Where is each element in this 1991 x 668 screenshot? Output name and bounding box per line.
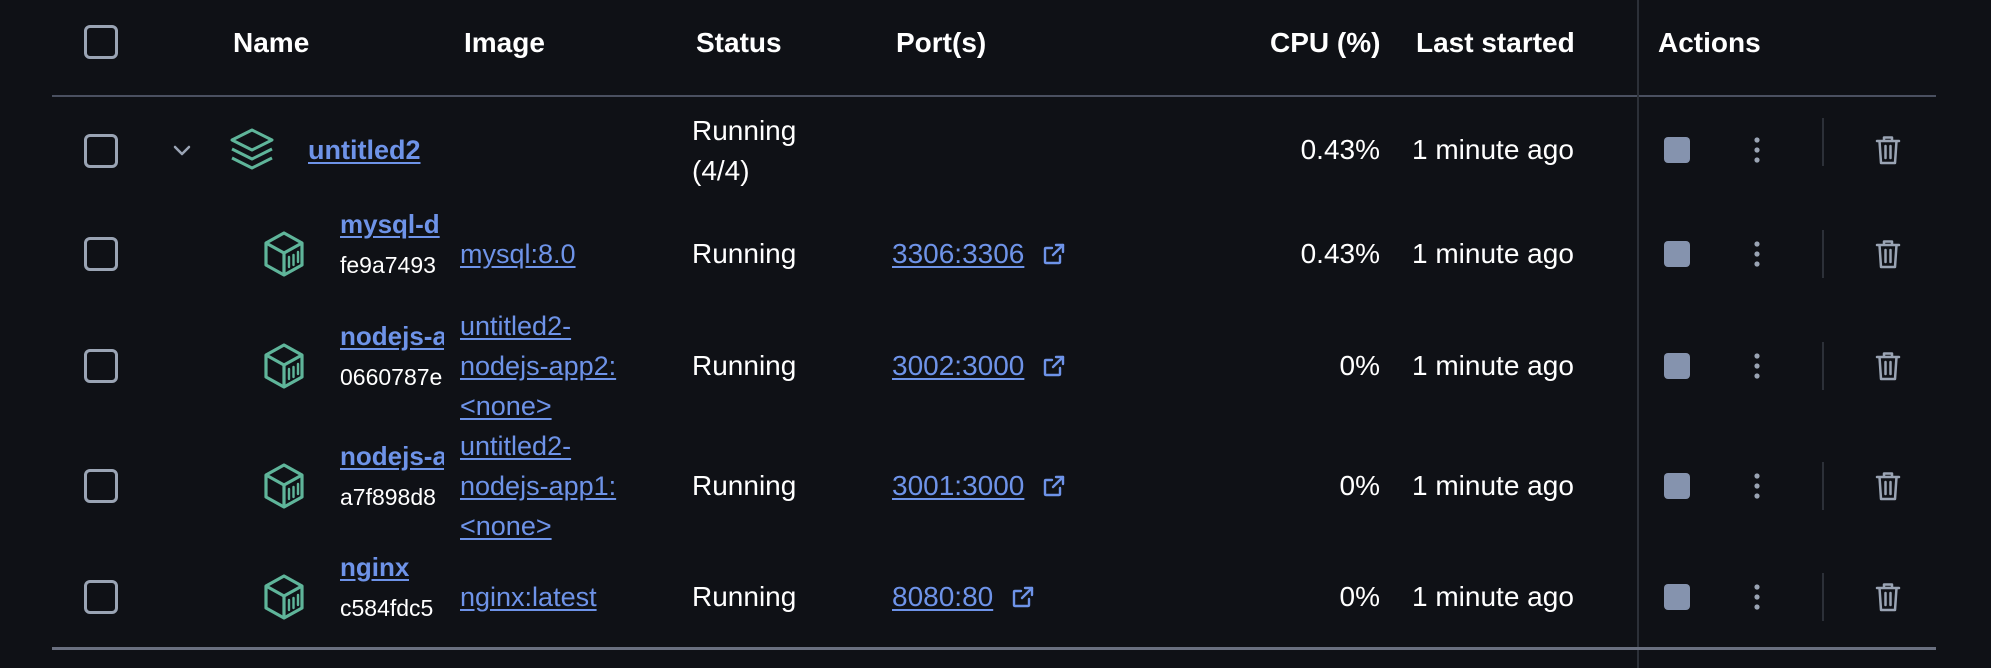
actions-column-divider bbox=[1637, 0, 1639, 668]
external-link-icon[interactable] bbox=[1024, 470, 1066, 501]
port-link[interactable]: 8080:80 bbox=[892, 577, 1035, 617]
port-mapping[interactable]: 8080:80 bbox=[892, 581, 993, 612]
group-status: Running (4/4) bbox=[692, 111, 796, 191]
port-link[interactable]: 3306:3306 bbox=[892, 234, 1066, 274]
stop-icon[interactable] bbox=[1664, 584, 1690, 610]
container-id: c584fdc5 bbox=[340, 595, 434, 621]
container-box-icon bbox=[262, 573, 306, 626]
trash-icon[interactable] bbox=[1874, 134, 1902, 166]
container-name-link[interactable]: mysql-d bbox=[340, 208, 440, 240]
column-header-ports[interactable]: Port(s) bbox=[896, 29, 986, 57]
container-status: Running bbox=[692, 581, 797, 612]
column-header-image[interactable]: Image bbox=[464, 29, 545, 57]
trash-icon[interactable] bbox=[1874, 470, 1902, 502]
trash-icon[interactable] bbox=[1874, 350, 1902, 382]
row-checkbox[interactable] bbox=[84, 580, 118, 614]
kebab-menu-icon[interactable] bbox=[1745, 239, 1769, 269]
container-cpu: 0% bbox=[1339, 470, 1380, 501]
container-cpu: 0% bbox=[1339, 581, 1380, 612]
row-checkbox[interactable] bbox=[84, 134, 118, 168]
container-box-icon bbox=[262, 462, 306, 515]
container-name-link[interactable]: nodejs-a bbox=[340, 440, 444, 472]
container-last-started: 1 minute ago bbox=[1412, 350, 1574, 381]
container-last-started: 1 minute ago bbox=[1412, 470, 1574, 501]
container-last-started: 1 minute ago bbox=[1412, 581, 1574, 612]
image-line[interactable]: <none> bbox=[460, 386, 616, 426]
stop-icon[interactable] bbox=[1664, 137, 1690, 163]
select-all-checkbox[interactable] bbox=[84, 25, 118, 59]
container-image-link[interactable]: mysql:8.0 bbox=[460, 234, 576, 274]
external-link-icon[interactable] bbox=[1024, 238, 1066, 269]
table-bottom-divider bbox=[52, 647, 1936, 650]
port-link[interactable]: 3001:3000 bbox=[892, 466, 1066, 506]
external-link-icon[interactable] bbox=[1024, 350, 1066, 381]
port-mapping[interactable]: 3002:3000 bbox=[892, 350, 1024, 381]
external-link-icon[interactable] bbox=[993, 581, 1035, 612]
container-box-icon bbox=[262, 230, 306, 283]
action-separator bbox=[1822, 118, 1824, 166]
column-header-cpu[interactable]: CPU (%) bbox=[1270, 29, 1380, 57]
header-divider bbox=[52, 95, 1936, 97]
container-cpu: 0% bbox=[1339, 350, 1380, 381]
action-separator bbox=[1822, 230, 1824, 278]
port-mapping[interactable]: 3306:3306 bbox=[892, 238, 1024, 269]
container-box-icon bbox=[262, 342, 306, 395]
container-image-link[interactable]: untitled2- nodejs-app1: <none> bbox=[460, 426, 616, 546]
action-separator bbox=[1822, 342, 1824, 390]
action-separator bbox=[1822, 462, 1824, 510]
container-id: a7f898d8 bbox=[340, 484, 436, 510]
column-header-actions: Actions bbox=[1658, 27, 1761, 58]
container-status: Running bbox=[692, 238, 797, 269]
stop-icon[interactable] bbox=[1664, 473, 1690, 499]
image-line[interactable]: untitled2- bbox=[460, 426, 616, 466]
image-line[interactable]: nginx:latest bbox=[460, 577, 597, 617]
trash-icon[interactable] bbox=[1874, 581, 1902, 613]
container-id: 0660787e bbox=[340, 364, 443, 390]
container-cpu: 0.43% bbox=[1300, 238, 1380, 269]
container-status: Running bbox=[692, 350, 797, 381]
container-name-link[interactable]: nodejs-a bbox=[340, 320, 444, 352]
image-line[interactable]: <none> bbox=[460, 506, 616, 546]
group-name-link[interactable]: untitled2 bbox=[308, 134, 421, 166]
kebab-menu-icon[interactable] bbox=[1745, 582, 1769, 612]
image-line[interactable]: mysql:8.0 bbox=[460, 234, 576, 274]
stop-icon[interactable] bbox=[1664, 241, 1690, 267]
column-header-name[interactable]: Name bbox=[233, 29, 309, 57]
image-line[interactable]: untitled2- bbox=[460, 306, 616, 346]
container-last-started: 1 minute ago bbox=[1412, 238, 1574, 269]
image-line[interactable]: nodejs-app2: bbox=[460, 346, 616, 386]
stop-icon[interactable] bbox=[1664, 353, 1690, 379]
container-name-link[interactable]: nginx bbox=[340, 551, 409, 583]
kebab-menu-icon[interactable] bbox=[1745, 471, 1769, 501]
group-last-started: 1 minute ago bbox=[1412, 134, 1574, 165]
container-id: fe9a7493 bbox=[340, 252, 436, 278]
status-count: (4/4) bbox=[692, 155, 750, 186]
kebab-menu-icon[interactable] bbox=[1745, 351, 1769, 381]
port-link[interactable]: 3002:3000 bbox=[892, 346, 1066, 386]
row-checkbox[interactable] bbox=[84, 349, 118, 383]
column-header-last-started[interactable]: Last started bbox=[1416, 29, 1575, 57]
row-checkbox[interactable] bbox=[84, 469, 118, 503]
kebab-menu-icon[interactable] bbox=[1745, 135, 1769, 165]
row-checkbox[interactable] bbox=[84, 237, 118, 271]
image-line[interactable]: nodejs-app1: bbox=[460, 466, 616, 506]
status-line: Running bbox=[692, 115, 797, 146]
container-image-link[interactable]: untitled2- nodejs-app2: <none> bbox=[460, 306, 616, 426]
action-separator bbox=[1822, 573, 1824, 621]
port-mapping[interactable]: 3001:3000 bbox=[892, 470, 1024, 501]
column-header-status[interactable]: Status bbox=[696, 29, 782, 57]
chevron-down-icon[interactable] bbox=[171, 141, 193, 159]
trash-icon[interactable] bbox=[1874, 238, 1902, 270]
container-status: Running bbox=[692, 470, 797, 501]
container-image-link[interactable]: nginx:latest bbox=[460, 577, 597, 617]
stack-layers-icon bbox=[230, 128, 274, 170]
group-cpu: 0.43% bbox=[1300, 134, 1380, 165]
